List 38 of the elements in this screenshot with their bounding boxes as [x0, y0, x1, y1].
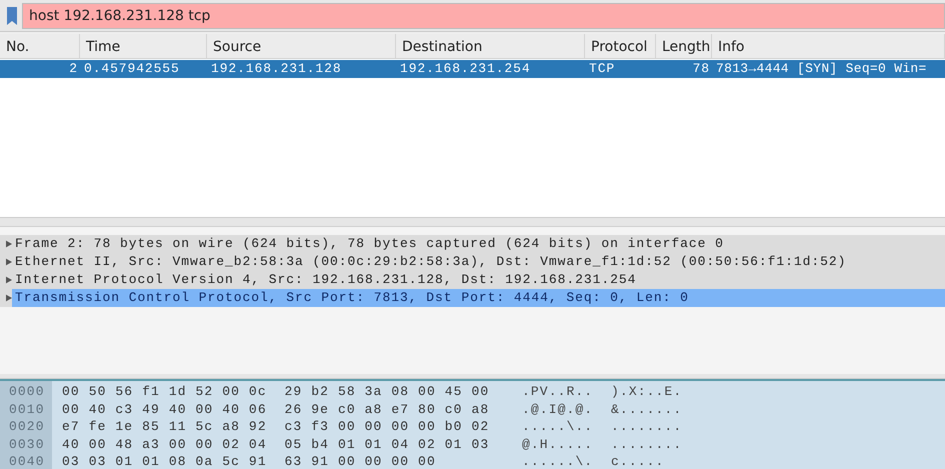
- byte-offset: 0040: [8, 453, 46, 469]
- table-cell: 2: [69, 61, 78, 76]
- table-cell: 192.168.231.254: [400, 61, 531, 76]
- column-header[interactable]: Protocol: [585, 34, 656, 58]
- table-cell: 78: [692, 61, 710, 76]
- filter-field[interactable]: host 192.168.231.128 tcp: [22, 3, 945, 29]
- splitter-handle[interactable]: [0, 218, 945, 227]
- ascii-bytes[interactable]: .@.I@.@. &.......: [522, 400, 682, 418]
- column-header[interactable]: Source: [207, 34, 396, 58]
- column-header[interactable]: Length: [656, 34, 712, 58]
- hex-bytes[interactable]: 00 40 c3 49 40 00 40 06 26 9e c0 a8 e7 80 c0 a8: [52, 400, 522, 418]
- ascii-bytes[interactable]: .PV..R.. ).X:..E.: [522, 383, 682, 400]
- column-header[interactable]: Info: [712, 34, 945, 58]
- splitter-handle[interactable]: [0, 374, 945, 379]
- expander-icon[interactable]: [6, 276, 12, 284]
- expander-icon[interactable]: [6, 258, 12, 266]
- byte-offset: 0000: [8, 383, 46, 400]
- tree-item[interactable]: Transmission Control Protocol, Src Port: 7813, Dst Port: 4444, Seq: 0, Len: 0: [12, 289, 945, 307]
- table-cell: 192.168.231.128: [211, 61, 342, 76]
- packet-row[interactable]: 2 0.457942555 192.168.231.128 192.168.231.254 TCP 78 7813→4444 [SYN] Seq=0 Win=: [0, 60, 945, 78]
- table-cell: 7813→4444 [SYN] Seq=0 Win=: [716, 61, 927, 76]
- hex-bytes[interactable]: e7 fe 1e 85 11 5c a8 92 c3 f3 00 00 00 00 b0 02: [52, 418, 522, 436]
- bookmark-icon[interactable]: [6, 6, 18, 26]
- column-header[interactable]: Time: [80, 34, 207, 58]
- ascii-bytes[interactable]: .....\.. ........: [522, 418, 682, 436]
- byte-offset: 0010: [8, 400, 46, 418]
- hex-bytes[interactable]: 00 50 56 f1 1d 52 00 0c 29 b2 58 3a 08 00 45 00: [52, 383, 522, 400]
- column-header[interactable]: Destination: [396, 34, 585, 58]
- expander-icon[interactable]: [6, 240, 12, 248]
- ascii-bytes[interactable]: @.H..... ........: [522, 436, 682, 453]
- byte-offset: 0020: [8, 418, 46, 436]
- hex-bytes[interactable]: 03 03 01 01 08 0a 5c 91 63 91 00 00 00 00: [52, 453, 522, 469]
- column-header[interactable]: No.: [0, 34, 80, 58]
- ascii-bytes[interactable]: ......\. c.....: [522, 453, 682, 469]
- byte-offset: 0030: [8, 436, 46, 453]
- table-cell: 0.457942555: [84, 61, 180, 76]
- table-cell: TCP: [589, 61, 616, 76]
- hex-bytes[interactable]: 40 00 48 a3 00 00 02 04 05 b4 01 01 04 02 01 03: [52, 436, 522, 453]
